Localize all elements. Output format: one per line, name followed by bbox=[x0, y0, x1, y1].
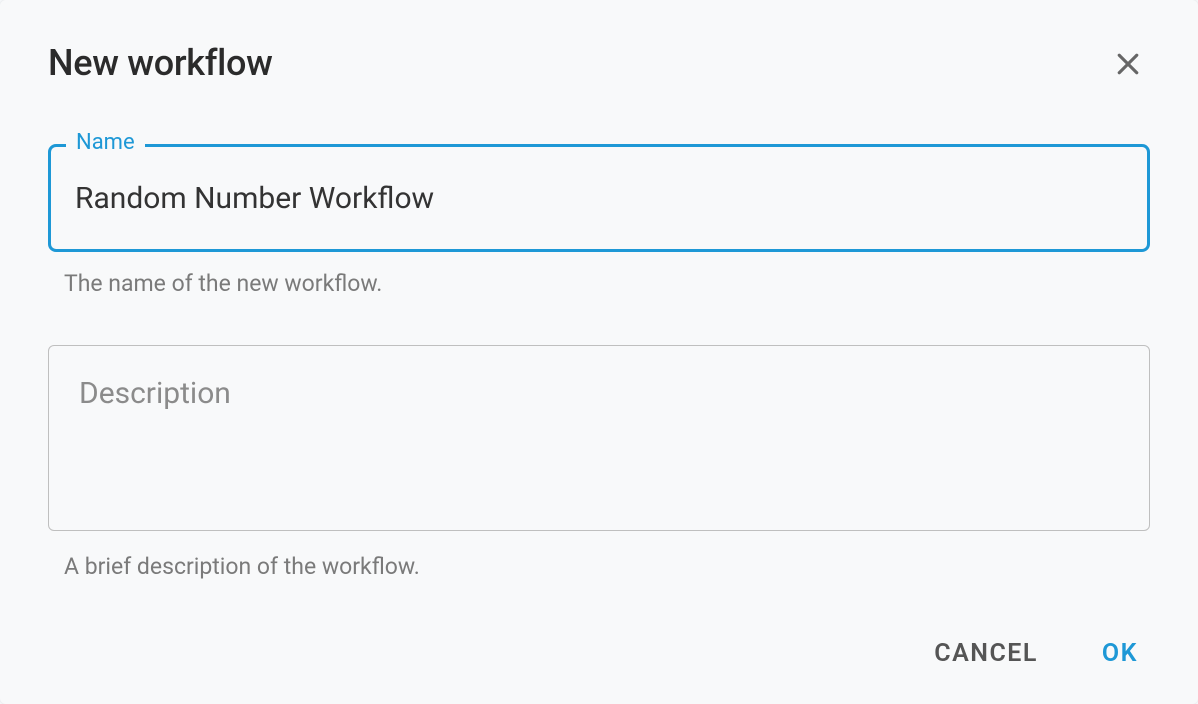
dialog-buttons: CANCEL OK bbox=[930, 633, 1142, 674]
name-label: Name bbox=[66, 130, 145, 155]
name-input-container: Name bbox=[48, 144, 1150, 252]
cancel-button[interactable]: CANCEL bbox=[930, 633, 1042, 674]
close-button[interactable] bbox=[1110, 46, 1146, 82]
ok-button[interactable]: OK bbox=[1098, 633, 1142, 674]
name-field-group: Name The name of the new workflow. bbox=[48, 144, 1150, 297]
description-help-text: A brief description of the workflow. bbox=[48, 553, 1150, 580]
close-icon bbox=[1113, 49, 1143, 79]
description-input[interactable] bbox=[48, 345, 1150, 531]
name-help-text: The name of the new workflow. bbox=[48, 270, 1150, 297]
dialog-title: New workflow bbox=[48, 42, 1150, 84]
description-field-group: A brief description of the workflow. bbox=[48, 345, 1150, 580]
name-input[interactable] bbox=[48, 144, 1150, 252]
new-workflow-dialog: New workflow Name The name of the new wo… bbox=[0, 0, 1198, 704]
